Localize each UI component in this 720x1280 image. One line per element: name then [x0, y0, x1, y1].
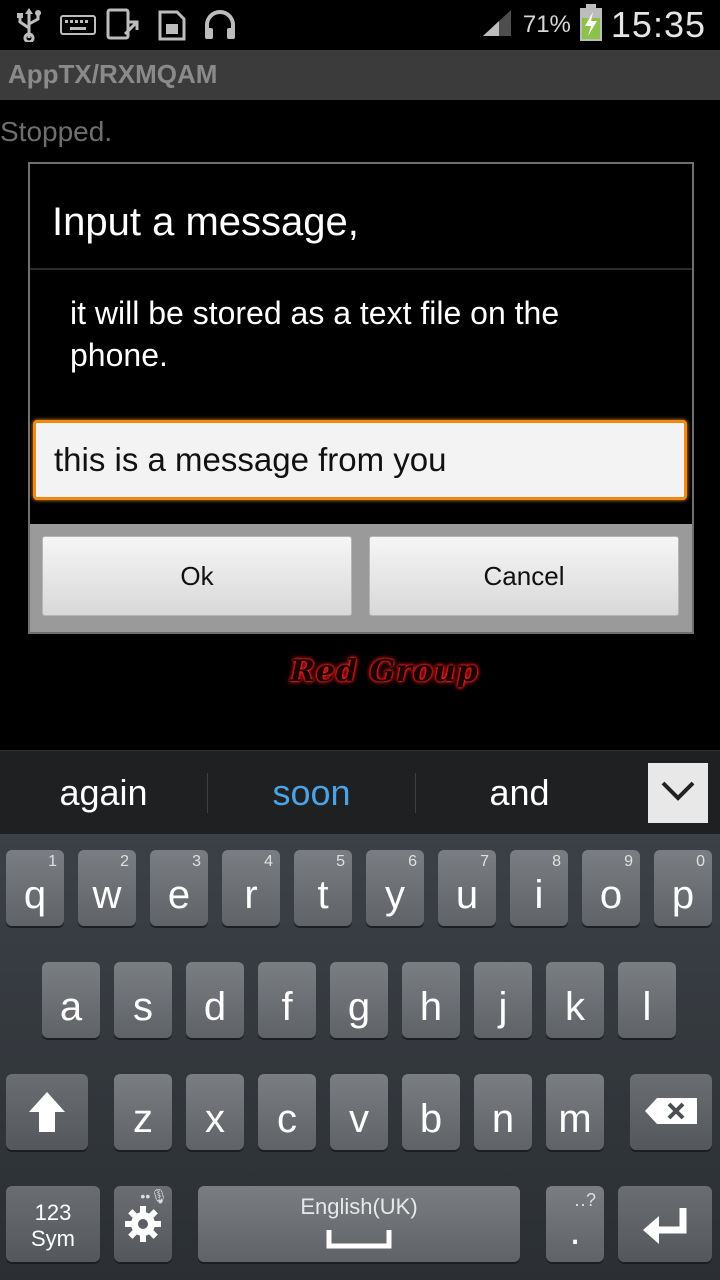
key-i[interactable]: 8i	[510, 850, 568, 926]
key-o[interactable]: 9o	[582, 850, 640, 926]
space-key[interactable]: English(UK)	[198, 1186, 520, 1262]
key-y[interactable]: 6y	[366, 850, 424, 926]
mic-hint-icon: ••🎙	[140, 1188, 168, 1204]
dialog-divider	[30, 268, 692, 270]
key-h[interactable]: h	[402, 962, 460, 1038]
shift-arrow-icon	[6, 1090, 88, 1139]
usb-icon	[12, 8, 46, 42]
suggestion-soon[interactable]: soon	[208, 751, 415, 835]
settings-key[interactable]: ••🎙	[114, 1186, 172, 1262]
key-x[interactable]: x	[186, 1074, 244, 1150]
enter-icon	[618, 1204, 712, 1249]
dialog-title: Input a message,	[52, 200, 359, 244]
key-q[interactable]: 1q	[6, 850, 64, 926]
collapse-suggestions-button[interactable]	[648, 763, 708, 823]
battery-charging-icon	[579, 3, 603, 47]
key-v[interactable]: v	[330, 1074, 388, 1150]
chevron-down-icon	[660, 780, 696, 807]
period-key[interactable]: ‥? .	[546, 1186, 604, 1262]
key-p[interactable]: 0p	[654, 850, 712, 926]
key-s[interactable]: s	[114, 962, 172, 1038]
key-k[interactable]: k	[546, 962, 604, 1038]
key-u[interactable]: 7u	[438, 850, 496, 926]
key-j[interactable]: j	[474, 962, 532, 1038]
backspace-icon	[630, 1096, 712, 1131]
key-g[interactable]: g	[330, 962, 388, 1038]
suggestion-again[interactable]: again	[0, 751, 207, 835]
key-e[interactable]: 3e	[150, 850, 208, 926]
suggestion-and[interactable]: and	[416, 751, 623, 835]
app-title-bar: AppTX/RXMQAM	[0, 50, 720, 100]
key-w[interactable]: 2w	[78, 850, 136, 926]
clock: 15:35	[610, 4, 706, 45]
cancel-button[interactable]: Cancel	[369, 536, 679, 616]
app-title: AppTX/RXMQAM	[8, 59, 218, 89]
key-m[interactable]: m	[546, 1074, 604, 1150]
keyboard-icon	[58, 8, 98, 42]
headset-icon	[200, 8, 240, 42]
key-f[interactable]: f	[258, 962, 316, 1038]
dialog-message: it will be stored as a text file on the …	[70, 295, 560, 373]
soft-keyboard: 1q 2w 3e 4r 5t 6y 7u 8i 9o 0p a s d f g …	[0, 834, 720, 1280]
battery-percent: 71%	[522, 11, 571, 38]
status-right: 71% 15:35	[481, 0, 706, 50]
enter-key[interactable]	[618, 1186, 712, 1262]
signal-icon	[481, 8, 515, 43]
key-t[interactable]: 5t	[294, 850, 352, 926]
status-text: Stopped.	[0, 116, 113, 147]
screen-capture-icon	[104, 8, 144, 42]
space-bar-icon	[198, 1228, 520, 1255]
key-z[interactable]: z	[114, 1074, 172, 1150]
key-n[interactable]: n	[474, 1074, 532, 1150]
key-l[interactable]: l	[618, 962, 676, 1038]
key-c[interactable]: c	[258, 1074, 316, 1150]
shift-key[interactable]	[6, 1074, 88, 1150]
dialog-button-bar: Ok Cancel	[30, 524, 692, 632]
suggestion-bar: again soon and	[0, 750, 720, 835]
red-group-label: Red Group	[290, 654, 479, 689]
input-dialog: Input a message, it will be stored as a …	[28, 162, 694, 634]
symbols-key[interactable]: 123 Sym	[6, 1186, 100, 1262]
key-r[interactable]: 4r	[222, 850, 280, 926]
sd-card-icon	[154, 8, 190, 42]
backspace-key[interactable]	[630, 1074, 712, 1150]
key-b[interactable]: b	[402, 1074, 460, 1150]
message-input[interactable]	[33, 420, 687, 500]
key-d[interactable]: d	[186, 962, 244, 1038]
gear-icon	[114, 1202, 172, 1251]
ok-button[interactable]: Ok	[42, 536, 352, 616]
status-bar: 71% 15:35	[0, 0, 720, 50]
key-a[interactable]: a	[42, 962, 100, 1038]
